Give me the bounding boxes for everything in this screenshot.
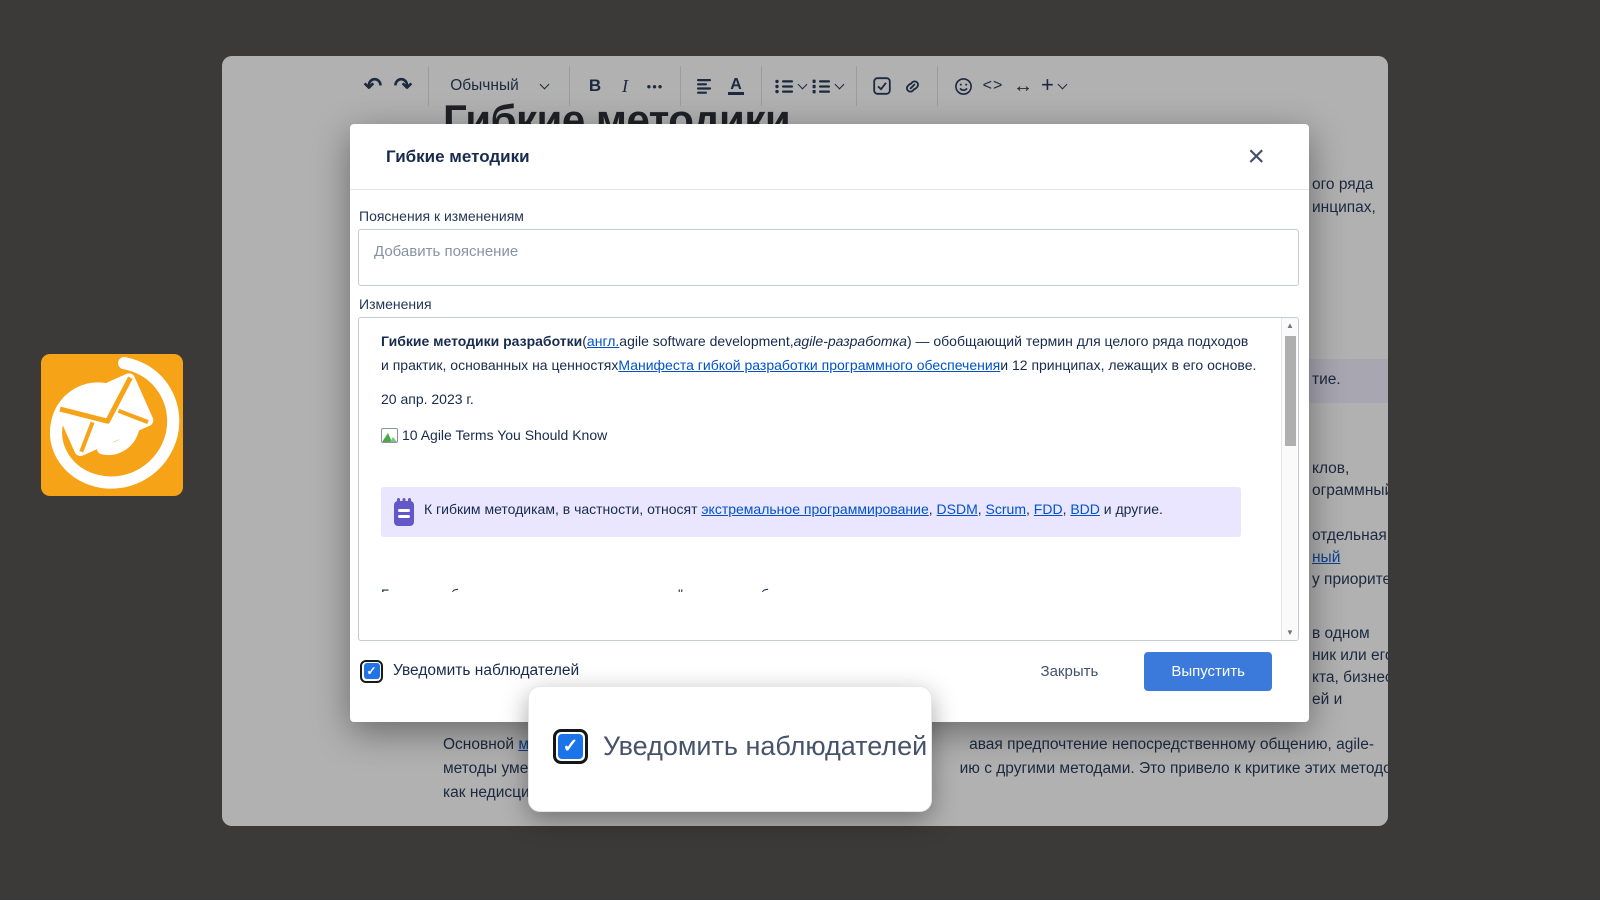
background-text-fragment: ию с другими методами. Это привело к кри…: [960, 760, 1388, 778]
plus-icon: +: [1041, 72, 1054, 98]
clipped-text: ": [678, 583, 683, 592]
changes-date: 20 апр. 2023 г.: [381, 388, 1257, 412]
comment-label: Пояснения к изменениям: [359, 208, 524, 224]
scrollbar-thumb[interactable]: [1285, 336, 1296, 446]
scrollbar[interactable]: ▲ ▼: [1281, 318, 1298, 640]
align-left-icon: [697, 79, 715, 94]
text-color-button[interactable]: A: [728, 77, 744, 95]
emoji-icon: [954, 77, 973, 96]
scroll-down-icon[interactable]: ▼: [1286, 628, 1294, 637]
background-text-fragment: клов,: [1312, 460, 1349, 478]
clipped-text-line: Б б " б: [381, 583, 1257, 592]
numbered-list-icon: [812, 79, 831, 94]
broken-image-row: 10 Agile Terms You Should Know: [381, 424, 1257, 448]
chevron-down-icon: [1057, 79, 1067, 89]
background-text-fragment: как недисци: [443, 784, 530, 802]
background-text: Основной: [443, 736, 518, 753]
task-checkbox-icon: [873, 77, 891, 95]
envelope-icon: [54, 371, 155, 458]
close-button[interactable]: Закрыть: [1041, 663, 1099, 680]
magnified-checkbox-row: ✓ Уведомить наблюдателей: [553, 729, 927, 764]
publish-button[interactable]: Выпустить: [1144, 652, 1272, 691]
clipped-text: б: [451, 583, 459, 592]
insert-link-button[interactable]: [897, 70, 927, 102]
emoji-button[interactable]: [948, 70, 978, 102]
notify-watchers-label: Уведомить наблюдателей: [393, 662, 579, 680]
checkmark-icon: ✓: [364, 663, 380, 679]
checkmark-icon: ✓: [558, 734, 583, 759]
dialog-header: Гибкие методики: [350, 124, 1309, 190]
chevron-down-icon: [835, 79, 845, 89]
background-text-fragment: ограммный: [1312, 482, 1388, 500]
text-style-value: Обычный: [450, 77, 519, 95]
redo-button[interactable]: ↷: [388, 70, 418, 102]
dialog-footer: ✓ Уведомить наблюдателей Закрыть Выпусти…: [360, 651, 1272, 691]
background-link-fragment: ный: [1312, 549, 1340, 567]
bullet-list-icon: [775, 79, 794, 94]
background-text-fragment: Основной м: [443, 736, 529, 754]
changes-content: Гибкие методики разработки(англ.agile so…: [359, 318, 1281, 640]
magnifier-popup: ✓ Уведомить наблюдателей: [528, 686, 932, 812]
background-text-fragment: у приоритетов: [1312, 571, 1388, 589]
note-panel-text: К гибким методикам, в частности, относят…: [424, 498, 1163, 526]
background-text-fragment: методы уме: [443, 760, 528, 778]
note-panel: К гибким методикам, в частности, относят…: [381, 487, 1241, 537]
background-text-fragment: в одном: [1312, 625, 1370, 643]
clipped-text: б: [761, 583, 769, 592]
clipped-text: Б: [381, 583, 390, 592]
bullet-list-button[interactable]: [772, 79, 809, 94]
changes-preview: Гибкие методики разработки(англ.agile so…: [358, 317, 1299, 641]
changes-label: Изменения: [359, 296, 432, 312]
chevron-down-icon: [798, 79, 808, 89]
note-icon: [394, 501, 414, 526]
broken-image-icon: [381, 428, 398, 443]
insert-more-button[interactable]: +: [1038, 74, 1069, 98]
task-list-button[interactable]: [867, 70, 897, 102]
undo-button[interactable]: ↶: [358, 70, 388, 102]
background-text-fragment: отдельная: [1312, 527, 1387, 545]
background-text-fragment: ого ряда: [1312, 176, 1373, 194]
code-button[interactable]: <>: [978, 70, 1008, 102]
link-icon: [903, 77, 922, 96]
notify-watchers-checkbox[interactable]: ✓: [360, 660, 383, 683]
publish-dialog: Гибкие методики × Пояснения к изменениям…: [350, 124, 1309, 722]
background-text-fragment: инципах,: [1312, 199, 1376, 217]
comment-input[interactable]: [358, 229, 1299, 286]
image-alt-text: 10 Agile Terms You Should Know: [402, 424, 607, 448]
notify-watchers-checkbox-magnified[interactable]: ✓: [553, 729, 588, 764]
changes-paragraph: Гибкие методики разработки(англ.agile so…: [381, 330, 1257, 377]
layout-width-button[interactable]: ↔: [1008, 70, 1038, 102]
screen: ↶ ↷ Обычный B I ••• A: [0, 0, 1600, 900]
numbered-list-button[interactable]: [809, 79, 846, 94]
notify-watchers-label-magnified: Уведомить наблюдателей: [603, 731, 927, 762]
toolbar-separator: [428, 66, 429, 106]
close-icon[interactable]: ×: [1247, 142, 1265, 172]
background-text-fragment: ник или его: [1312, 647, 1388, 665]
email-swirl-logo[interactable]: [41, 354, 183, 496]
background-text-fragment: авая предпочтение непосредственному обще…: [969, 736, 1374, 754]
background-text-fragment: ей и: [1312, 691, 1342, 709]
scroll-up-icon[interactable]: ▲: [1286, 321, 1294, 330]
toolbar-separator: [856, 66, 857, 106]
background-text-fragment: тие.: [1312, 371, 1341, 389]
background-text-fragment: кта, бизнес-: [1312, 669, 1388, 687]
dialog-title: Гибкие методики: [386, 147, 530, 167]
toolbar-separator: [937, 66, 938, 106]
chevron-down-icon: [539, 79, 549, 89]
